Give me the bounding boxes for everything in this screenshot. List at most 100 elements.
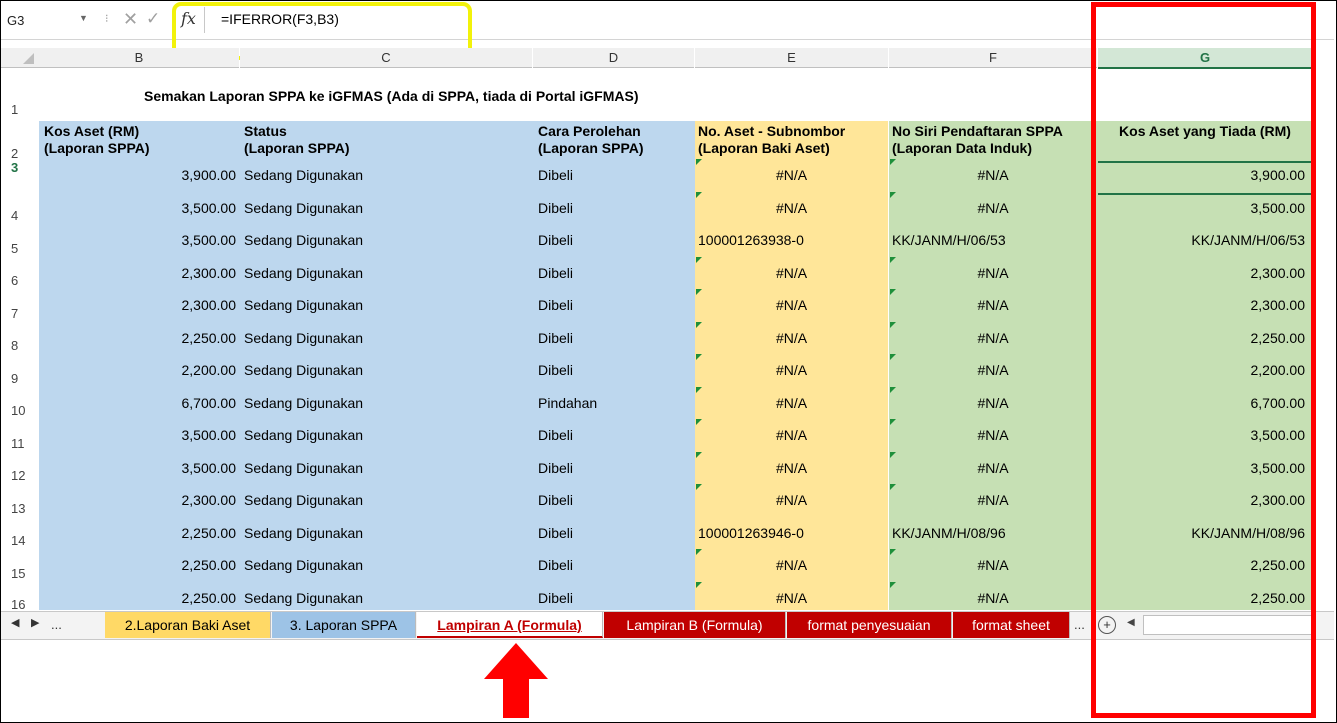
cell-no-aset[interactable]: #N/A [695, 557, 888, 575]
cell-cara-perolehan[interactable]: Dibeli [538, 200, 693, 218]
sheet-title[interactable]: Semakan Laporan SPPA ke iGFMAS (Ada di S… [144, 88, 744, 108]
tab-lampiran-a[interactable]: Lampiran A (Formula) [417, 612, 603, 638]
cell-kos-aset[interactable]: 3,900.00 [39, 167, 237, 185]
cell-status[interactable]: Sedang Digunakan [244, 297, 529, 315]
row-header[interactable]: 2 [1, 146, 39, 161]
cell-no-aset[interactable]: #N/A [695, 265, 888, 283]
tab-ellipsis-right[interactable]: ... [1074, 617, 1085, 632]
header-no-siri[interactable]: No Siri Pendaftaran SPPA (Laporan Data I… [892, 123, 1097, 157]
cell-cara-perolehan[interactable]: Dibeli [538, 492, 693, 510]
prev-sheet-icon[interactable]: ◀ [11, 616, 19, 629]
tab-laporan-sppa[interactable]: 3. Laporan SPPA [272, 612, 416, 638]
column-header-b[interactable]: B [39, 48, 239, 68]
tab-lampiran-b[interactable]: Lampiran B (Formula) [604, 612, 786, 638]
cell-no-siri[interactable]: #N/A [889, 590, 1097, 608]
cell-no-aset[interactable]: #N/A [695, 590, 888, 608]
cell-status[interactable]: Sedang Digunakan [244, 557, 529, 575]
row-header[interactable]: 13 [1, 501, 39, 516]
cell-kos-aset[interactable]: 2,300.00 [39, 297, 237, 315]
cell-kos-aset[interactable]: 3,500.00 [39, 232, 237, 250]
row-header[interactable]: 9 [1, 371, 39, 386]
cell-no-siri[interactable]: #N/A [889, 167, 1097, 185]
row-header[interactable]: 12 [1, 468, 39, 483]
next-sheet-icon[interactable]: ▶ [31, 616, 39, 629]
cell-no-siri[interactable]: #N/A [889, 557, 1097, 575]
tab-laporan-baki-aset[interactable]: 2.Laporan Baki Aset [105, 612, 271, 638]
cell-status[interactable]: Sedang Digunakan [244, 330, 529, 348]
header-cara-perolehan[interactable]: Cara Perolehan (Laporan SPPA) [538, 123, 693, 157]
cell-no-aset[interactable]: #N/A [695, 427, 888, 445]
cell-cara-perolehan[interactable]: Dibeli [538, 460, 693, 478]
header-status[interactable]: Status (Laporan SPPA) [244, 123, 529, 157]
cell-cara-perolehan[interactable]: Dibeli [538, 232, 693, 250]
cell-no-aset[interactable]: #N/A [695, 167, 888, 185]
cell-no-aset[interactable]: #N/A [695, 460, 888, 478]
row-header[interactable]: 14 [1, 533, 39, 548]
cell-status[interactable]: Sedang Digunakan [244, 460, 529, 478]
row-header[interactable]: 6 [1, 273, 39, 288]
row-header[interactable]: 15 [1, 566, 39, 581]
cell-no-siri[interactable]: #N/A [889, 460, 1097, 478]
column-header-d[interactable]: D [533, 48, 694, 68]
cell-cara-perolehan[interactable]: Dibeli [538, 427, 693, 445]
cell-no-siri[interactable]: #N/A [889, 492, 1097, 510]
cell-kos-aset[interactable]: 2,250.00 [39, 525, 237, 543]
cell-kos-aset[interactable]: 3,500.00 [39, 200, 237, 218]
cell-status[interactable]: Sedang Digunakan [244, 525, 529, 543]
column-header-c[interactable]: C [240, 48, 532, 68]
cell-kos-aset[interactable]: 6,700.00 [39, 395, 237, 413]
cell-status[interactable]: Sedang Digunakan [244, 232, 529, 250]
cell-no-aset[interactable]: 100001263938-0 [698, 232, 888, 250]
column-header-e[interactable]: E [695, 48, 888, 68]
row-header[interactable]: 8 [1, 338, 39, 353]
cell-no-aset[interactable]: #N/A [695, 297, 888, 315]
cell-status[interactable]: Sedang Digunakan [244, 362, 529, 380]
cancel-icon[interactable]: ✕ [123, 9, 138, 30]
cell-kos-aset[interactable]: 3,500.00 [39, 460, 237, 478]
cell-no-siri[interactable]: #N/A [889, 297, 1097, 315]
row-header[interactable]: 7 [1, 306, 39, 321]
cell-cara-perolehan[interactable]: Dibeli [538, 362, 693, 380]
cell-kos-aset[interactable]: 2,300.00 [39, 492, 237, 510]
cell-status[interactable]: Sedang Digunakan [244, 167, 529, 185]
row-header[interactable]: 16 [1, 597, 39, 612]
cell-status[interactable]: Sedang Digunakan [244, 427, 529, 445]
cell-cara-perolehan[interactable]: Pindahan [538, 395, 693, 413]
cell-kos-aset[interactable]: 2,250.00 [39, 557, 237, 575]
cell-no-aset[interactable]: #N/A [695, 200, 888, 218]
cell-status[interactable]: Sedang Digunakan [244, 200, 529, 218]
enter-icon[interactable]: ✓ [146, 9, 160, 29]
cell-no-siri[interactable]: KK/JANM/H/08/96 [892, 525, 1097, 543]
column-header-f[interactable]: F [889, 48, 1097, 68]
cell-status[interactable]: Sedang Digunakan [244, 590, 529, 608]
tab-format-penyesuaian[interactable]: format penyesuaian [787, 612, 952, 638]
cell-cara-perolehan[interactable]: Dibeli [538, 167, 693, 185]
cell-no-siri[interactable]: KK/JANM/H/06/53 [892, 232, 1097, 250]
tab-ellipsis-left[interactable]: ... [51, 617, 62, 632]
row-header[interactable]: 1 [1, 102, 39, 117]
cell-kos-aset[interactable]: 3,500.00 [39, 427, 237, 445]
cell-no-siri[interactable]: #N/A [889, 265, 1097, 283]
tab-format-sheet[interactable]: format sheet [953, 612, 1070, 638]
cell-status[interactable]: Sedang Digunakan [244, 395, 529, 413]
row-header[interactable]: 5 [1, 241, 39, 256]
header-kos-aset[interactable]: Kos Aset (RM) (Laporan SPPA) [44, 123, 239, 157]
cell-status[interactable]: Sedang Digunakan [244, 265, 529, 283]
cell-cara-perolehan[interactable]: Dibeli [538, 557, 693, 575]
row-header[interactable]: 11 [1, 436, 39, 451]
cell-status[interactable]: Sedang Digunakan [244, 492, 529, 510]
cell-no-aset[interactable]: #N/A [695, 492, 888, 510]
cell-no-aset[interactable]: #N/A [695, 330, 888, 348]
cell-cara-perolehan[interactable]: Dibeli [538, 265, 693, 283]
cell-no-aset[interactable]: #N/A [695, 395, 888, 413]
header-no-aset[interactable]: No. Aset - Subnombor (Laporan Baki Aset) [698, 123, 888, 157]
cell-cara-perolehan[interactable]: Dibeli [538, 330, 693, 348]
cell-no-aset[interactable]: #N/A [695, 362, 888, 380]
cell-cara-perolehan[interactable]: Dibeli [538, 297, 693, 315]
cell-kos-aset[interactable]: 2,300.00 [39, 265, 237, 283]
cell-cara-perolehan[interactable]: Dibeli [538, 590, 693, 608]
name-box-dropdown-icon[interactable]: ▼ [79, 13, 88, 23]
cell-no-siri[interactable]: #N/A [889, 330, 1097, 348]
row-header[interactable]: 4 [1, 208, 39, 223]
cell-kos-aset[interactable]: 2,200.00 [39, 362, 237, 380]
